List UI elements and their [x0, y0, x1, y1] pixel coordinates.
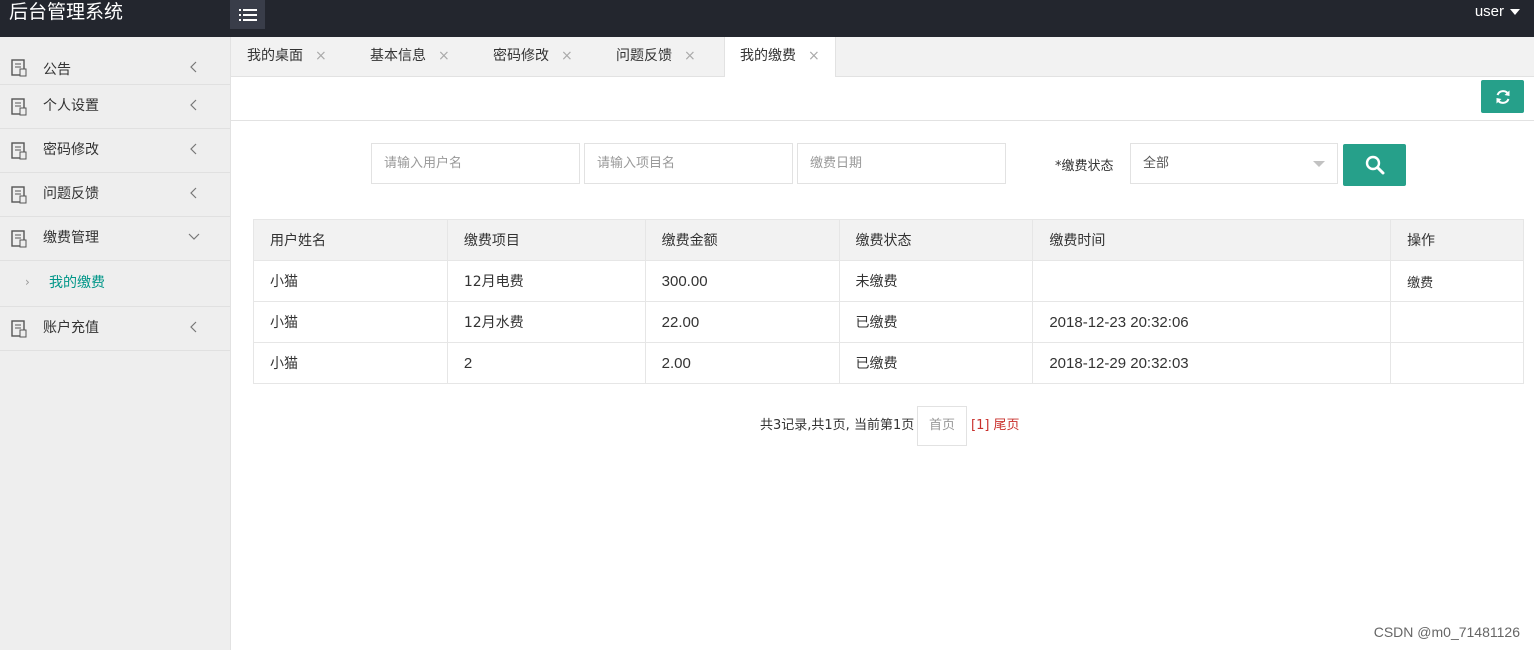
cell-action — [1390, 342, 1524, 384]
sidebar-item-payment-management[interactable]: 缴费管理 — [0, 217, 230, 261]
close-icon[interactable]: × — [684, 48, 696, 64]
chevron-right-icon: › — [25, 275, 30, 289]
tab-my-payments[interactable]: 我的缴费 × — [724, 37, 836, 77]
cell-time: 2018-12-23 20:32:06 — [1032, 301, 1392, 343]
tab-label: 我的桌面 — [247, 48, 303, 64]
column-header: 缴费项目 — [446, 219, 646, 261]
chevron-left-icon — [190, 61, 197, 73]
tab-label: 基本信息 — [370, 48, 426, 64]
table-row: 小猫 12月电费 300.00 未缴费 缴费 — [253, 260, 1524, 302]
toolbar — [231, 77, 1534, 121]
chevron-left-icon — [190, 321, 197, 333]
tab-password[interactable]: 密码修改 × — [493, 37, 573, 76]
pay-link[interactable]: 缴费 — [1390, 260, 1524, 302]
cell-project: 12月水费 — [446, 301, 646, 343]
sidebar-subitem-my-payments[interactable]: › 我的缴费 — [0, 261, 230, 307]
sidebar-item-label: 密码修改 — [43, 142, 99, 158]
chevron-left-icon — [190, 187, 197, 199]
document-icon — [11, 186, 27, 204]
menu-lines-icon — [238, 8, 257, 21]
sidebar-item-label: 账户充值 — [43, 320, 99, 336]
cell-amount: 2.00 — [644, 342, 840, 384]
status-label: *缴费状态 — [1055, 159, 1114, 174]
column-header: 用户姓名 — [253, 219, 448, 261]
caret-down-icon — [1313, 161, 1325, 167]
search-button[interactable] — [1343, 144, 1406, 186]
cell-project: 12月电费 — [446, 260, 646, 302]
column-header: 缴费时间 — [1032, 219, 1392, 261]
chevron-left-icon — [190, 143, 197, 155]
document-icon — [11, 230, 27, 248]
close-icon[interactable]: × — [808, 48, 820, 64]
sidebar-item-password[interactable]: 密码修改 — [0, 129, 230, 173]
tab-label: 我的缴费 — [740, 48, 796, 64]
first-page-button[interactable]: 首页 — [917, 406, 967, 446]
status-selected-value: 全部 — [1143, 156, 1170, 171]
close-icon[interactable]: × — [561, 48, 573, 64]
tab-label: 问题反馈 — [616, 48, 672, 64]
table-row: 小猫 2 2.00 已缴费 2018-12-29 20:32:03 — [253, 342, 1524, 384]
pagination-info: 共3记录,共1页, 当前第1页 — [760, 418, 915, 433]
cell-status: 已缴费 — [838, 301, 1034, 343]
status-select[interactable]: 全部 — [1130, 143, 1338, 184]
chevron-left-icon — [190, 99, 197, 111]
cell-action — [1390, 301, 1524, 343]
user-name: user — [1474, 3, 1504, 20]
sidebar-item-personal-settings[interactable]: 个人设置 — [0, 85, 230, 129]
document-icon — [11, 59, 27, 77]
sidebar-subitem-label: 我的缴费 — [49, 275, 105, 291]
cell-time: 2018-12-29 20:32:03 — [1032, 342, 1392, 384]
user-menu[interactable]: user — [1475, 0, 1520, 24]
sidebar-item-label: 缴费管理 — [43, 230, 99, 246]
refresh-button[interactable] — [1481, 80, 1524, 113]
cell-time — [1032, 260, 1392, 302]
username-input[interactable]: 请输入用户名 — [371, 143, 580, 184]
cell-name: 小猫 — [253, 260, 448, 302]
app-title: 后台管理系统 — [9, 1, 124, 23]
cell-status: 已缴费 — [838, 342, 1034, 384]
sidebar: 公告 个人设置 密码修改 问题反馈 缴费管理 › 我的缴费 账户充值 — [0, 37, 231, 650]
close-icon[interactable]: × — [438, 48, 450, 64]
cell-project: 2 — [446, 342, 646, 384]
caret-down-icon — [1510, 9, 1520, 16]
document-icon — [11, 320, 27, 338]
project-input[interactable]: 请输入项目名 — [584, 143, 793, 184]
top-bar: 后台管理系统 user — [0, 0, 1534, 37]
cell-name: 小猫 — [253, 342, 448, 384]
payments-table: 用户姓名 缴费项目 缴费金额 缴费状态 缴费时间 操作 小猫 12月电费 300… — [253, 219, 1524, 384]
tab-basic-info[interactable]: 基本信息 × — [370, 37, 450, 76]
menu-toggle-button[interactable] — [230, 0, 265, 29]
column-header: 操作 — [1390, 219, 1524, 261]
document-icon — [11, 98, 27, 116]
tab-bar: 我的桌面 × 基本信息 × 密码修改 × 问题反馈 × 我的缴费 × — [231, 37, 1534, 77]
column-header: 缴费金额 — [644, 219, 840, 261]
sidebar-item-label: 问题反馈 — [43, 186, 99, 202]
current-page-link[interactable]: [1] 尾页 — [971, 406, 1020, 446]
close-icon[interactable]: × — [315, 48, 327, 64]
search-icon — [1365, 155, 1384, 175]
sidebar-item-announcement[interactable]: 公告 — [0, 37, 230, 85]
table-row: 小猫 12月水费 22.00 已缴费 2018-12-23 20:32:06 — [253, 301, 1524, 343]
refresh-icon — [1496, 89, 1509, 104]
cell-status: 未缴费 — [838, 260, 1034, 302]
chevron-down-icon — [188, 233, 200, 240]
table-header-row: 用户姓名 缴费项目 缴费金额 缴费状态 缴费时间 操作 — [253, 219, 1524, 261]
cell-amount: 22.00 — [644, 301, 840, 343]
tab-desktop[interactable]: 我的桌面 × — [247, 37, 327, 76]
date-input[interactable]: 缴费日期 — [797, 143, 1006, 184]
cell-amount: 300.00 — [644, 260, 840, 302]
sidebar-item-recharge[interactable]: 账户充值 — [0, 307, 230, 351]
watermark: CSDN @m0_71481126 — [1373, 624, 1520, 640]
tab-label: 密码修改 — [493, 48, 549, 64]
column-header: 缴费状态 — [838, 219, 1034, 261]
cell-name: 小猫 — [253, 301, 448, 343]
document-icon — [11, 142, 27, 160]
tab-feedback[interactable]: 问题反馈 × — [616, 37, 696, 76]
sidebar-item-feedback[interactable]: 问题反馈 — [0, 173, 230, 217]
sidebar-item-label: 个人设置 — [43, 98, 99, 114]
